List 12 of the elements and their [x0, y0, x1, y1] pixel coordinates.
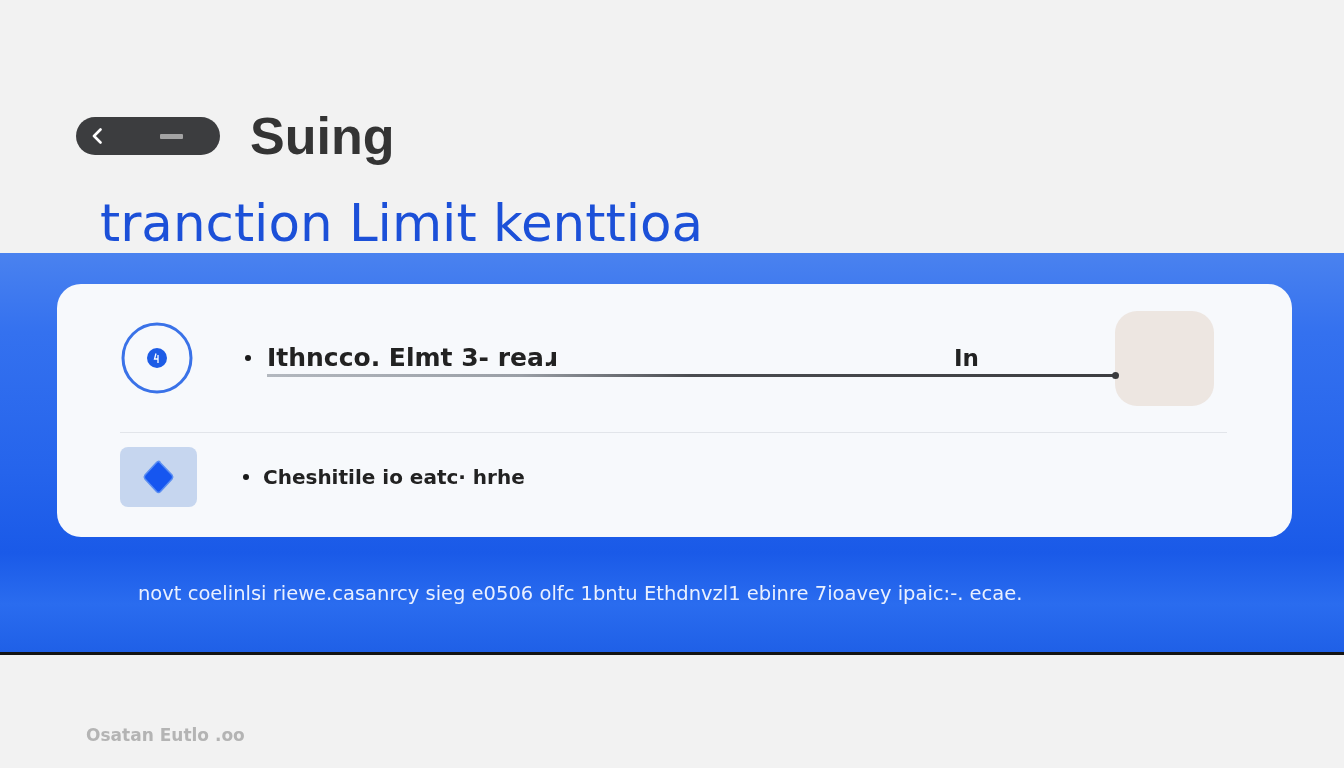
unit-label: In [954, 345, 979, 372]
dot-icon [1112, 372, 1119, 379]
dash-icon [160, 133, 183, 139]
setting-label: Cheshitile io eatc· hrhe [263, 464, 525, 490]
bullet-icon [245, 355, 251, 361]
ring-icon [121, 322, 193, 394]
bullet-icon [243, 474, 249, 480]
back-button[interactable] [76, 117, 220, 155]
page-subtitle: tranction Limit kenttioa [100, 193, 703, 253]
footer-text: novt coelinlsi riewe.casanrcy sieg e0506 olfc 1bntu Ethdnvzl1 ebinre 7ioavey ipaic:-. ecae. [138, 582, 1023, 606]
footnote-text: Osatan Eutlo .oo [86, 725, 245, 745]
chevron-left-icon [92, 128, 102, 144]
